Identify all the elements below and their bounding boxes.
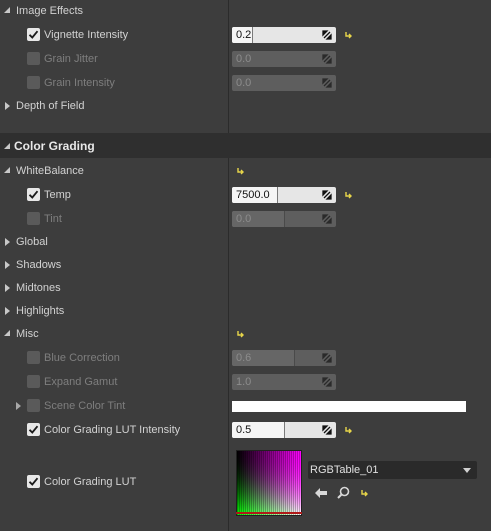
depth-of-field-label: Depth of Field xyxy=(16,100,85,112)
grain-intensity-value: 0.0 xyxy=(236,77,252,89)
lut-intensity-row: Color Grading LUT Intensity 0.5 xyxy=(0,418,491,442)
expand-arrow-icon[interactable] xyxy=(5,284,10,292)
temp-input[interactable]: 7500.0 xyxy=(232,187,336,203)
temp-checkbox[interactable] xyxy=(27,188,40,201)
temp-row: Temp 7500.0 xyxy=(0,183,491,207)
grain-jitter-value: 0.0 xyxy=(236,53,252,65)
checkmark-icon xyxy=(28,30,39,39)
highlights-row[interactable]: Highlights xyxy=(0,299,491,323)
vignette-intensity-row: Vignette Intensity 0.2 xyxy=(0,23,491,47)
reset-to-default-icon[interactable] xyxy=(344,425,354,435)
blue-correction-value: 0.6 xyxy=(236,352,252,364)
drag-arrows-icon xyxy=(322,377,332,387)
grain-jitter-input[interactable]: 0.0 xyxy=(232,51,336,67)
grain-intensity-row: Grain Intensity 0.0 xyxy=(0,71,491,95)
blue-correction-input[interactable]: 0.6 xyxy=(232,350,336,366)
drag-arrows-icon xyxy=(322,78,332,88)
white-balance-label: WhiteBalance xyxy=(16,165,84,177)
grain-jitter-checkbox[interactable] xyxy=(27,52,40,65)
tint-input[interactable]: 0.0 xyxy=(232,211,336,227)
shadows-label: Shadows xyxy=(16,259,62,271)
collapse-arrow-icon[interactable] xyxy=(4,167,10,173)
midtones-row[interactable]: Midtones xyxy=(0,276,491,300)
expand-arrow-icon[interactable] xyxy=(5,238,10,246)
lut-checkbox[interactable] xyxy=(27,475,40,488)
lut-texture-thumbnail[interactable] xyxy=(236,450,302,516)
scene-color-tint-label: Scene Color Tint xyxy=(44,400,126,412)
scene-color-tint-row: Scene Color Tint xyxy=(0,394,491,418)
expand-arrow-icon[interactable] xyxy=(5,261,10,269)
expand-gamut-checkbox[interactable] xyxy=(27,375,40,388)
lut-asset-name: RGBTable_01 xyxy=(310,464,379,476)
drag-arrows-icon xyxy=(322,190,332,200)
lut-label: Color Grading LUT xyxy=(44,476,137,488)
blue-correction-row: Blue Correction 0.6 xyxy=(0,346,491,370)
grain-intensity-input[interactable]: 0.0 xyxy=(232,75,336,91)
expand-arrow-icon[interactable] xyxy=(5,307,10,315)
lut-intensity-value: 0.5 xyxy=(236,424,252,436)
collapse-arrow-icon[interactable] xyxy=(4,143,10,149)
expand-gamut-label: Expand Gamut xyxy=(44,376,118,388)
expand-arrow-icon[interactable] xyxy=(16,402,21,410)
browse-search-icon[interactable] xyxy=(337,486,350,499)
drag-arrows-icon xyxy=(322,353,332,363)
midtones-label: Midtones xyxy=(16,282,61,294)
image-effects-label: Image Effects xyxy=(16,5,84,17)
color-grading-section-header[interactable]: Color Grading xyxy=(0,133,491,158)
tint-value: 0.0 xyxy=(236,213,252,225)
tint-label: Tint xyxy=(44,213,62,225)
lut-asset-dropdown[interactable]: RGBTable_01 xyxy=(308,461,477,479)
lut-intensity-label: Color Grading LUT Intensity xyxy=(44,424,181,436)
checkmark-icon xyxy=(28,425,39,434)
vignette-intensity-checkbox[interactable] xyxy=(27,28,40,41)
depth-of-field-row[interactable]: Depth of Field xyxy=(0,94,491,118)
color-grading-title: Color Grading xyxy=(14,139,95,153)
reset-to-default-icon[interactable] xyxy=(236,329,246,339)
lut-intensity-input[interactable]: 0.5 xyxy=(232,422,336,438)
global-label: Global xyxy=(16,236,48,248)
shadows-row[interactable]: Shadows xyxy=(0,253,491,277)
drag-arrows-icon xyxy=(322,425,332,435)
reset-to-default-icon[interactable] xyxy=(344,30,354,40)
tint-row: Tint 0.0 xyxy=(0,207,491,231)
temp-value: 7500.0 xyxy=(236,189,270,201)
reset-to-default-icon[interactable] xyxy=(344,190,354,200)
expand-gamut-value: 1.0 xyxy=(236,376,252,388)
misc-header[interactable]: Misc xyxy=(0,322,491,346)
drag-arrows-icon xyxy=(322,54,332,64)
grain-jitter-row: Grain Jitter 0.0 xyxy=(0,47,491,71)
expand-gamut-input[interactable]: 1.0 xyxy=(232,374,336,390)
expand-gamut-row: Expand Gamut 1.0 xyxy=(0,370,491,394)
grain-intensity-checkbox[interactable] xyxy=(27,76,40,89)
expand-arrow-icon[interactable] xyxy=(5,102,10,110)
reset-to-default-icon[interactable] xyxy=(360,488,370,498)
vignette-intensity-value: 0.2 xyxy=(236,29,252,41)
white-balance-header[interactable]: WhiteBalance xyxy=(0,159,491,183)
highlights-label: Highlights xyxy=(16,305,65,317)
drag-arrows-icon xyxy=(322,214,332,224)
tint-checkbox[interactable] xyxy=(27,212,40,225)
temp-label: Temp xyxy=(44,189,71,201)
scene-color-tint-swatch[interactable] xyxy=(232,401,466,412)
scene-color-tint-checkbox[interactable] xyxy=(27,399,40,412)
lut-intensity-checkbox[interactable] xyxy=(27,423,40,436)
misc-label: Misc xyxy=(16,328,39,340)
checkmark-icon xyxy=(28,190,39,199)
reset-to-default-icon[interactable] xyxy=(236,166,246,176)
use-selected-arrow-icon[interactable] xyxy=(314,487,328,499)
drag-arrows-icon xyxy=(322,30,332,40)
vignette-intensity-input[interactable]: 0.2 xyxy=(232,27,336,43)
vignette-intensity-label: Vignette Intensity xyxy=(44,29,129,41)
grain-intensity-label: Grain Intensity xyxy=(44,77,115,89)
blue-correction-label: Blue Correction xyxy=(44,352,120,364)
asset-type-underline xyxy=(236,512,302,514)
image-effects-header[interactable]: Image Effects xyxy=(0,0,491,24)
chevron-down-icon xyxy=(463,468,471,473)
blue-correction-checkbox[interactable] xyxy=(27,351,40,364)
grain-jitter-label: Grain Jitter xyxy=(44,53,98,65)
global-row[interactable]: Global xyxy=(0,230,491,254)
collapse-arrow-icon[interactable] xyxy=(4,330,10,336)
checkmark-icon xyxy=(28,477,39,486)
collapse-arrow-icon[interactable] xyxy=(4,7,10,13)
